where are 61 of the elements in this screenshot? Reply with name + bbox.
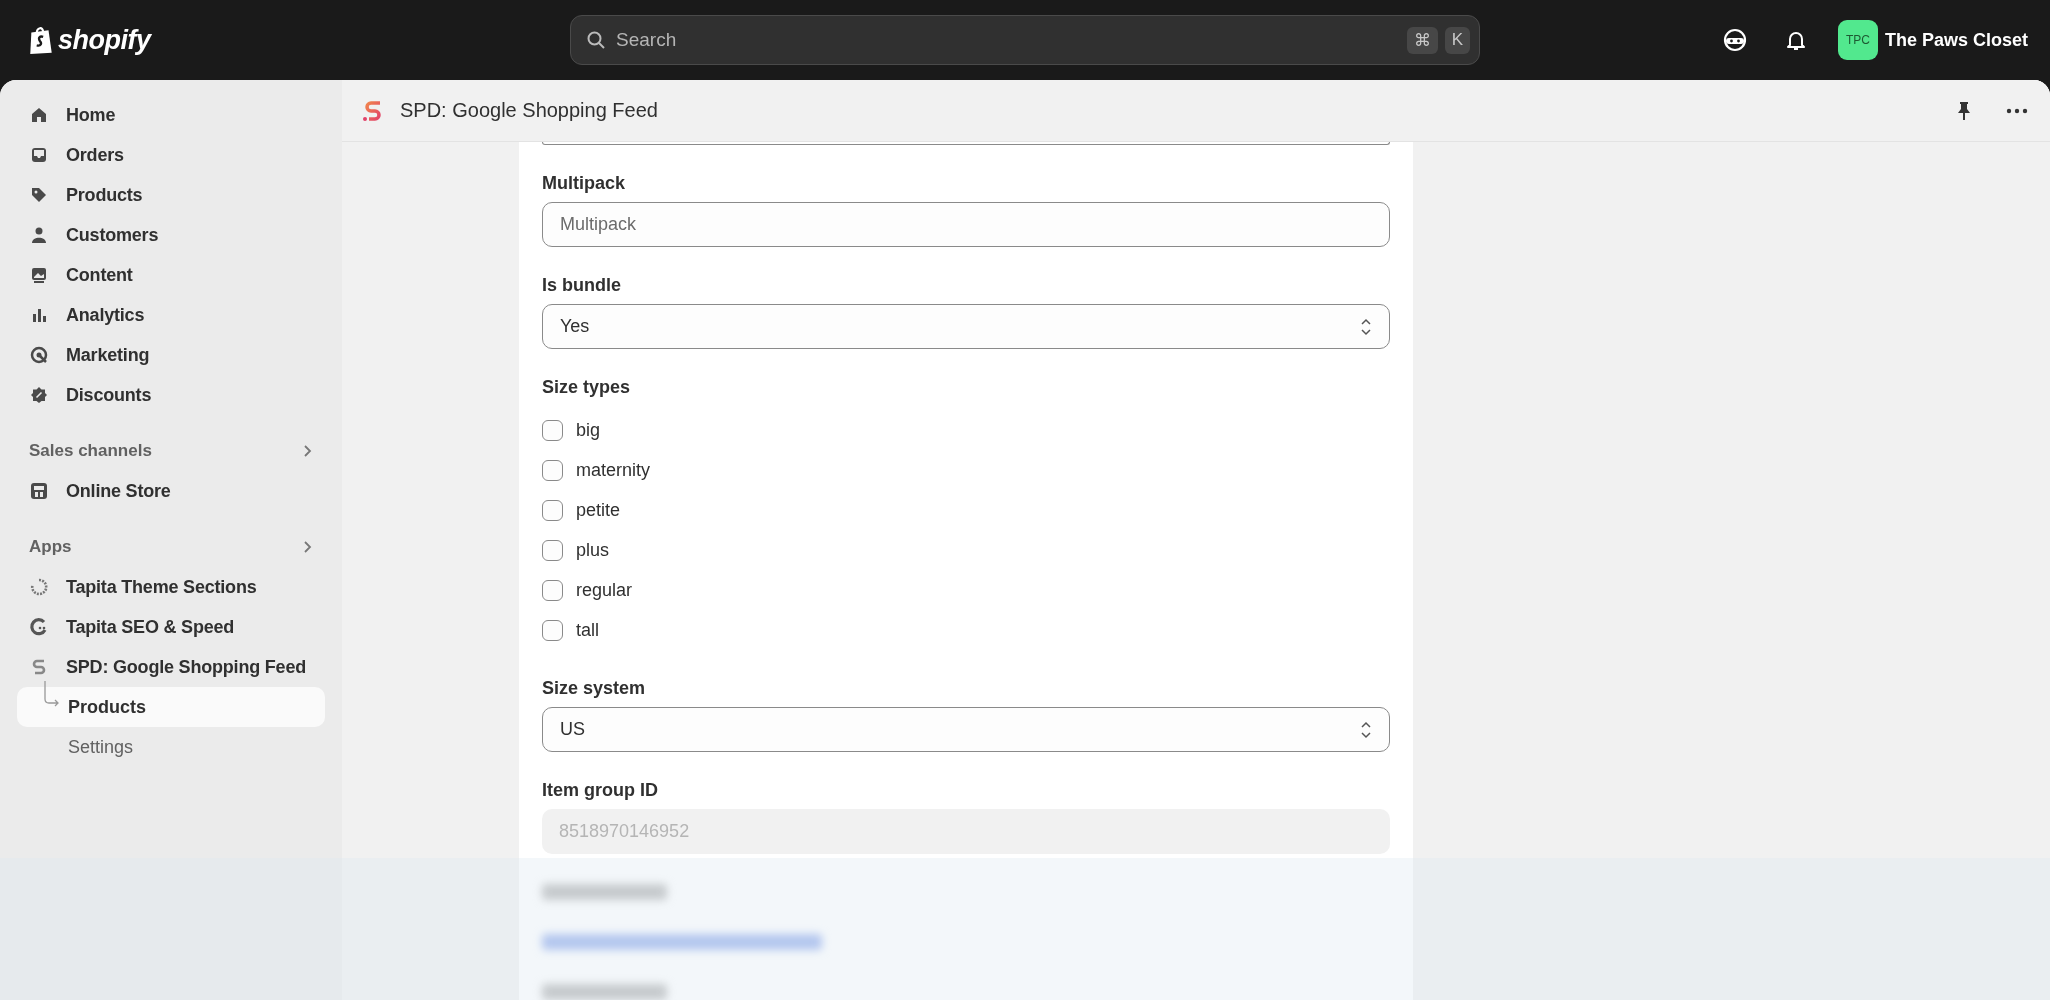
checkbox[interactable] [542, 419, 563, 441]
letter-g-icon [29, 617, 49, 637]
image-icon [29, 265, 49, 285]
masked-face-icon[interactable] [1721, 27, 1748, 53]
store-name[interactable]: The Paws Closet [1884, 29, 2028, 51]
nav-item[interactable]: SPD: Google Shopping Feed [17, 647, 325, 687]
checkbox-label: petite [576, 499, 621, 521]
page-title: SPD: Google Shopping Feed [400, 99, 658, 122]
chevron-right-icon[interactable] [303, 444, 313, 458]
field-label: Is bundle [542, 275, 622, 296]
shortcut-key: ⌘ [1406, 27, 1438, 54]
nav-item[interactable]: Marketing [17, 335, 325, 375]
target-icon [29, 345, 49, 365]
checkbox[interactable] [542, 459, 563, 481]
nav-item[interactable]: Online Store [17, 471, 325, 511]
text-field[interactable]: Multipack [542, 202, 1390, 247]
search-icon [586, 30, 606, 50]
nav-item[interactable]: Tapita SEO & Speed [17, 607, 325, 647]
inbox-icon [29, 145, 49, 165]
up-down-chevron-icon [1360, 720, 1372, 739]
person-icon [29, 225, 49, 245]
logo-wordmark[interactable]: shopify [58, 24, 151, 56]
checkbox[interactable] [542, 499, 563, 521]
storefront-icon [29, 481, 49, 501]
nav-item[interactable]: Products [17, 175, 325, 215]
app-logo-icon [362, 98, 384, 123]
nav-item[interactable]: Discounts [17, 375, 325, 415]
select-field[interactable]: Yes [542, 304, 1390, 349]
nav-item[interactable]: Customers [17, 215, 325, 255]
nav-item[interactable]: Tapita Theme Sections [17, 567, 325, 607]
home-icon [29, 105, 49, 125]
read-only-field: 8518970146952 [542, 809, 1390, 854]
store-avatar[interactable]: TPC [1837, 20, 1878, 60]
checkbox[interactable] [542, 579, 563, 601]
field-label: Item group ID [542, 780, 659, 801]
nav-item[interactable]: Content [17, 255, 325, 295]
checkbox[interactable] [542, 619, 563, 641]
section-heading: Apps [29, 537, 72, 557]
sub-nav-item[interactable]: Settings [17, 727, 325, 767]
tag-icon [29, 185, 49, 205]
checkbox-label: maternity [576, 459, 651, 481]
field-label: Size types [542, 377, 632, 398]
sub-nav-item[interactable]: Products [17, 687, 325, 727]
up-down-chevron-icon [1360, 317, 1372, 336]
shopping-bag-icon [28, 25, 54, 55]
field-label: Multipack [542, 173, 626, 194]
select-field[interactable]: US [542, 707, 1390, 752]
field-label: Size system [542, 678, 647, 699]
checkbox[interactable] [542, 539, 563, 561]
nav-item[interactable]: Home [17, 95, 325, 135]
checkbox-label: regular [576, 579, 633, 601]
checkbox-label: big [576, 419, 601, 441]
chevron-right-icon[interactable] [303, 540, 313, 554]
badge-icon [29, 385, 49, 405]
dotted-ring-icon [29, 577, 49, 597]
nav-item[interactable]: Orders [17, 135, 325, 175]
checkbox-label: tall [576, 619, 599, 641]
more-options-icon[interactable] [2006, 107, 2028, 114]
nav-item[interactable]: Analytics [17, 295, 325, 335]
section-heading: Sales channels [29, 441, 152, 461]
checkbox-label: plus [576, 539, 610, 561]
